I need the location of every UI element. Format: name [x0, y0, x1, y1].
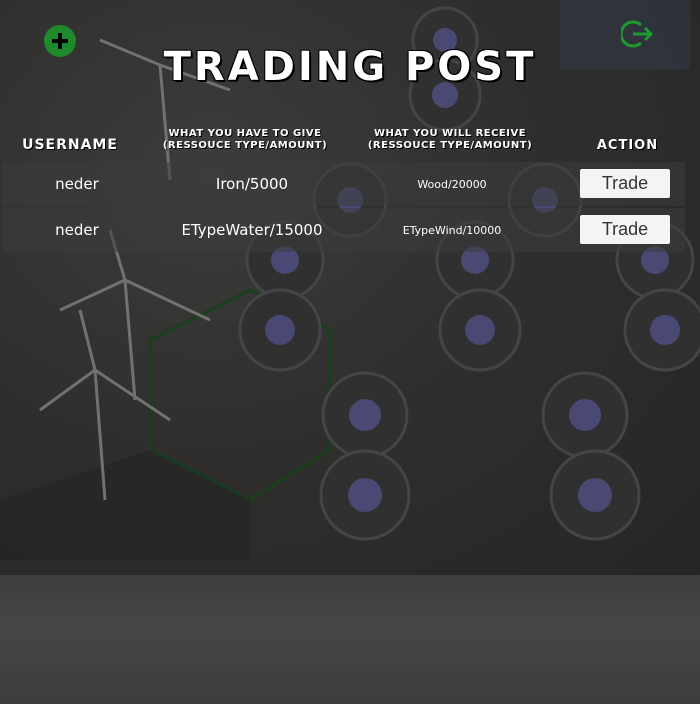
header-action: Action: [596, 138, 659, 153]
header-username: Username: [22, 137, 118, 153]
game-scene-background: [0, 0, 700, 704]
header-give: What you have to give (Ressouce Type/Amo…: [150, 128, 340, 152]
row-give: Iron/5000: [215, 175, 289, 193]
header-receive-line1: What you will receive: [373, 128, 527, 139]
header-receive-line2: (Ressouce Type/Amount): [367, 140, 533, 151]
row-username: neder: [55, 221, 99, 239]
row-username: neder: [55, 175, 99, 193]
table-row: neder ETypeWater/15000 ETypeWind/10000 T…: [2, 208, 685, 252]
table-row: neder Iron/5000 Wood/20000 Trade: [2, 162, 685, 206]
header-receive: What you will receive (Ressouce Type/Amo…: [355, 128, 545, 152]
trade-button[interactable]: Trade: [580, 169, 670, 198]
trade-button[interactable]: Trade: [580, 215, 670, 244]
row-give: ETypeWater/15000: [181, 221, 323, 239]
page-title: Trading Post: [163, 44, 537, 90]
header-give-line1: What you have to give: [168, 128, 322, 139]
row-receive: ETypeWind/10000: [402, 223, 502, 237]
row-receive: Wood/20000: [417, 177, 487, 191]
header-give-line2: (Ressouce Type/Amount): [162, 140, 328, 151]
